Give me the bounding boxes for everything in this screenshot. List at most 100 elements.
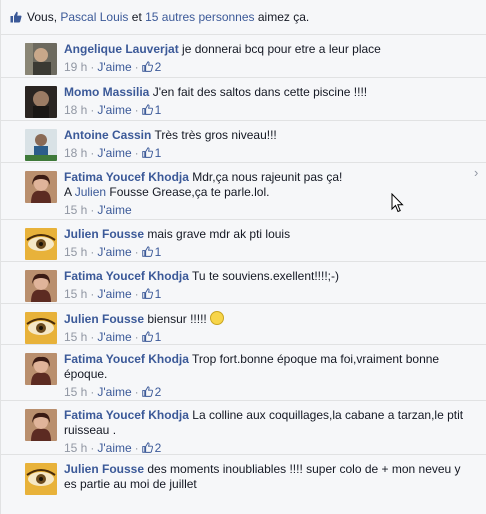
avatar-image xyxy=(25,353,57,385)
comment-time[interactable]: 19 h xyxy=(64,60,87,74)
comment-text: La colline aux coquillages,la cabane a t… xyxy=(192,408,464,422)
comment-author[interactable]: Angelique Lauverjat xyxy=(64,42,179,56)
comment-text-line2: époque. xyxy=(64,367,108,381)
comment-meta: 19 h · J'aime · 2 xyxy=(64,60,162,74)
comment-like-button[interactable]: J'aime xyxy=(97,60,131,74)
like-count[interactable]: 1 xyxy=(155,287,162,301)
comment-time[interactable]: 15 h xyxy=(64,287,87,301)
comment-like-button[interactable]: J'aime xyxy=(97,330,131,344)
like-count[interactable]: 1 xyxy=(155,146,162,160)
avatar[interactable] xyxy=(25,353,57,385)
comment-time[interactable]: 15 h xyxy=(64,245,87,259)
comment-text: biensur !!!!! xyxy=(147,312,207,326)
comment-item: Julien Fousse biensur !!!!! 15 h · J'aime ·… xyxy=(1,304,486,345)
avatar-image xyxy=(25,409,57,441)
avatar[interactable] xyxy=(25,129,57,161)
comment-text-line2: es partie au moi de juillet xyxy=(64,477,197,491)
comment-item: Antoine Cassin Très très gros niveau!!! … xyxy=(1,121,486,163)
smiley-icon xyxy=(209,311,224,325)
comment-time[interactable]: 15 h xyxy=(64,441,87,455)
comment-text: des moments inoubliables !!!! super colo… xyxy=(147,462,461,476)
comment-like-button[interactable]: J'aime xyxy=(97,287,131,301)
others-link[interactable]: 15 autres personnes xyxy=(145,10,254,24)
avatar[interactable] xyxy=(25,312,57,344)
like-count[interactable]: 2 xyxy=(155,385,162,399)
comment-meta: 15 h · J'aime xyxy=(64,203,132,217)
avatar[interactable] xyxy=(25,463,57,495)
avatar-image xyxy=(25,270,57,302)
comment-like-button[interactable]: J'aime xyxy=(97,441,131,455)
comment-text: mais grave mdr ak pti louis xyxy=(147,227,291,241)
comment-like-button[interactable]: J'aime xyxy=(97,146,131,160)
avatar[interactable] xyxy=(25,228,57,260)
comment-item: Fatima Youcef Khodja Mdr,ça nous rajeuni… xyxy=(1,163,486,220)
comment-author[interactable]: Momo Massilia xyxy=(64,85,149,99)
mention-link[interactable]: Julien xyxy=(75,185,106,199)
avatar[interactable] xyxy=(25,270,57,302)
comment-author[interactable]: Fatima Youcef Khodja xyxy=(64,269,189,283)
comment-item: Fatima Youcef Khodja La colline aux coqu… xyxy=(1,401,486,455)
comment-meta: 18 h · J'aime · 1 xyxy=(64,103,162,117)
avatar-image xyxy=(25,43,57,75)
comment-author[interactable]: Julien Fousse xyxy=(64,462,144,476)
likes-suffix: aimez ça. xyxy=(257,10,310,24)
mention-rest: Fousse Grease,ça te parle.lol. xyxy=(109,185,270,199)
like-count[interactable]: 1 xyxy=(155,245,162,259)
comments-panel: Vous, Pascal Louis et 15 autres personne… xyxy=(0,0,486,514)
like-count[interactable]: 2 xyxy=(155,60,162,74)
comment-text: Trop fort.bonne époque ma foi,vraiment b… xyxy=(192,352,440,366)
comment-author[interactable]: Fatima Youcef Khodja xyxy=(64,408,189,422)
comment-meta: 15 h · J'aime · 2 xyxy=(64,441,162,455)
avatar-image xyxy=(25,463,57,495)
comment-item: Julien Fousse mais grave mdr ak pti loui… xyxy=(1,220,486,262)
comment-meta: 15 h · J'aime · 1 xyxy=(64,330,162,344)
comment-text-line2: A Julien Fousse Grease,ça te parle.lol. xyxy=(64,185,474,200)
comment-author[interactable]: Antoine Cassin xyxy=(64,128,151,142)
comment-meta: 15 h · J'aime · 1 xyxy=(64,245,162,259)
like-count-icon xyxy=(141,147,153,158)
thumbs-up-icon xyxy=(10,11,22,23)
mention-prefix: A xyxy=(64,185,72,199)
comment-author[interactable]: Julien Fousse xyxy=(64,227,144,241)
liker-link[interactable]: Pascal Louis xyxy=(60,10,128,24)
like-count-icon xyxy=(141,104,153,115)
comment-item: Momo Massilia J'en fait des saltos dans … xyxy=(1,78,486,121)
comment-like-button[interactable]: J'aime xyxy=(97,245,131,259)
comment-text: Très très gros niveau!!! xyxy=(154,128,277,142)
comment-item: Julien Fousse des moments inoubliables !… xyxy=(1,455,486,514)
comment-author[interactable]: Fatima Youcef Khodja xyxy=(64,170,189,184)
comment-meta: 15 h · J'aime · 2 xyxy=(64,385,162,399)
like-count[interactable]: 1 xyxy=(155,330,162,344)
mouse-cursor-icon xyxy=(391,193,404,213)
likes-summary-text: Vous, Pascal Louis et 15 autres personne… xyxy=(27,10,309,24)
avatar-image xyxy=(25,171,57,203)
likes-summary: Vous, Pascal Louis et 15 autres personne… xyxy=(1,0,486,35)
comment-time[interactable]: 18 h xyxy=(64,103,87,117)
comment-item: Angelique Lauverjat je donnerai bcq pour… xyxy=(1,35,486,78)
avatar[interactable] xyxy=(25,43,57,75)
like-count-icon xyxy=(141,288,153,299)
avatar-image xyxy=(25,228,57,260)
comment-author[interactable]: Fatima Youcef Khodja xyxy=(64,352,189,366)
comment-time[interactable]: 15 h xyxy=(64,203,87,217)
comment-item: Fatima Youcef Khodja Tu te souviens.exel… xyxy=(1,262,486,304)
avatar[interactable] xyxy=(25,86,57,118)
comment-author[interactable]: Julien Fousse xyxy=(64,312,144,326)
likes-prefix: Vous, xyxy=(27,10,58,24)
avatar-image xyxy=(25,312,57,344)
chevron-right-icon[interactable]: › xyxy=(474,165,484,180)
comment-time[interactable]: 15 h xyxy=(64,385,87,399)
comment-like-button[interactable]: J'aime xyxy=(97,103,131,117)
like-count[interactable]: 2 xyxy=(155,441,162,455)
like-count-icon xyxy=(141,61,153,72)
comment-time[interactable]: 15 h xyxy=(64,330,87,344)
like-count-icon xyxy=(141,331,153,342)
comment-text-line2: ruisseau . xyxy=(64,423,117,437)
comment-text: J'en fait des saltos dans cette piscine … xyxy=(152,85,368,99)
avatar[interactable] xyxy=(25,171,57,203)
comment-time[interactable]: 18 h xyxy=(64,146,87,160)
avatar[interactable] xyxy=(25,409,57,441)
comment-like-button[interactable]: J'aime xyxy=(97,385,131,399)
comment-like-button[interactable]: J'aime xyxy=(97,203,131,217)
like-count[interactable]: 1 xyxy=(155,103,162,117)
